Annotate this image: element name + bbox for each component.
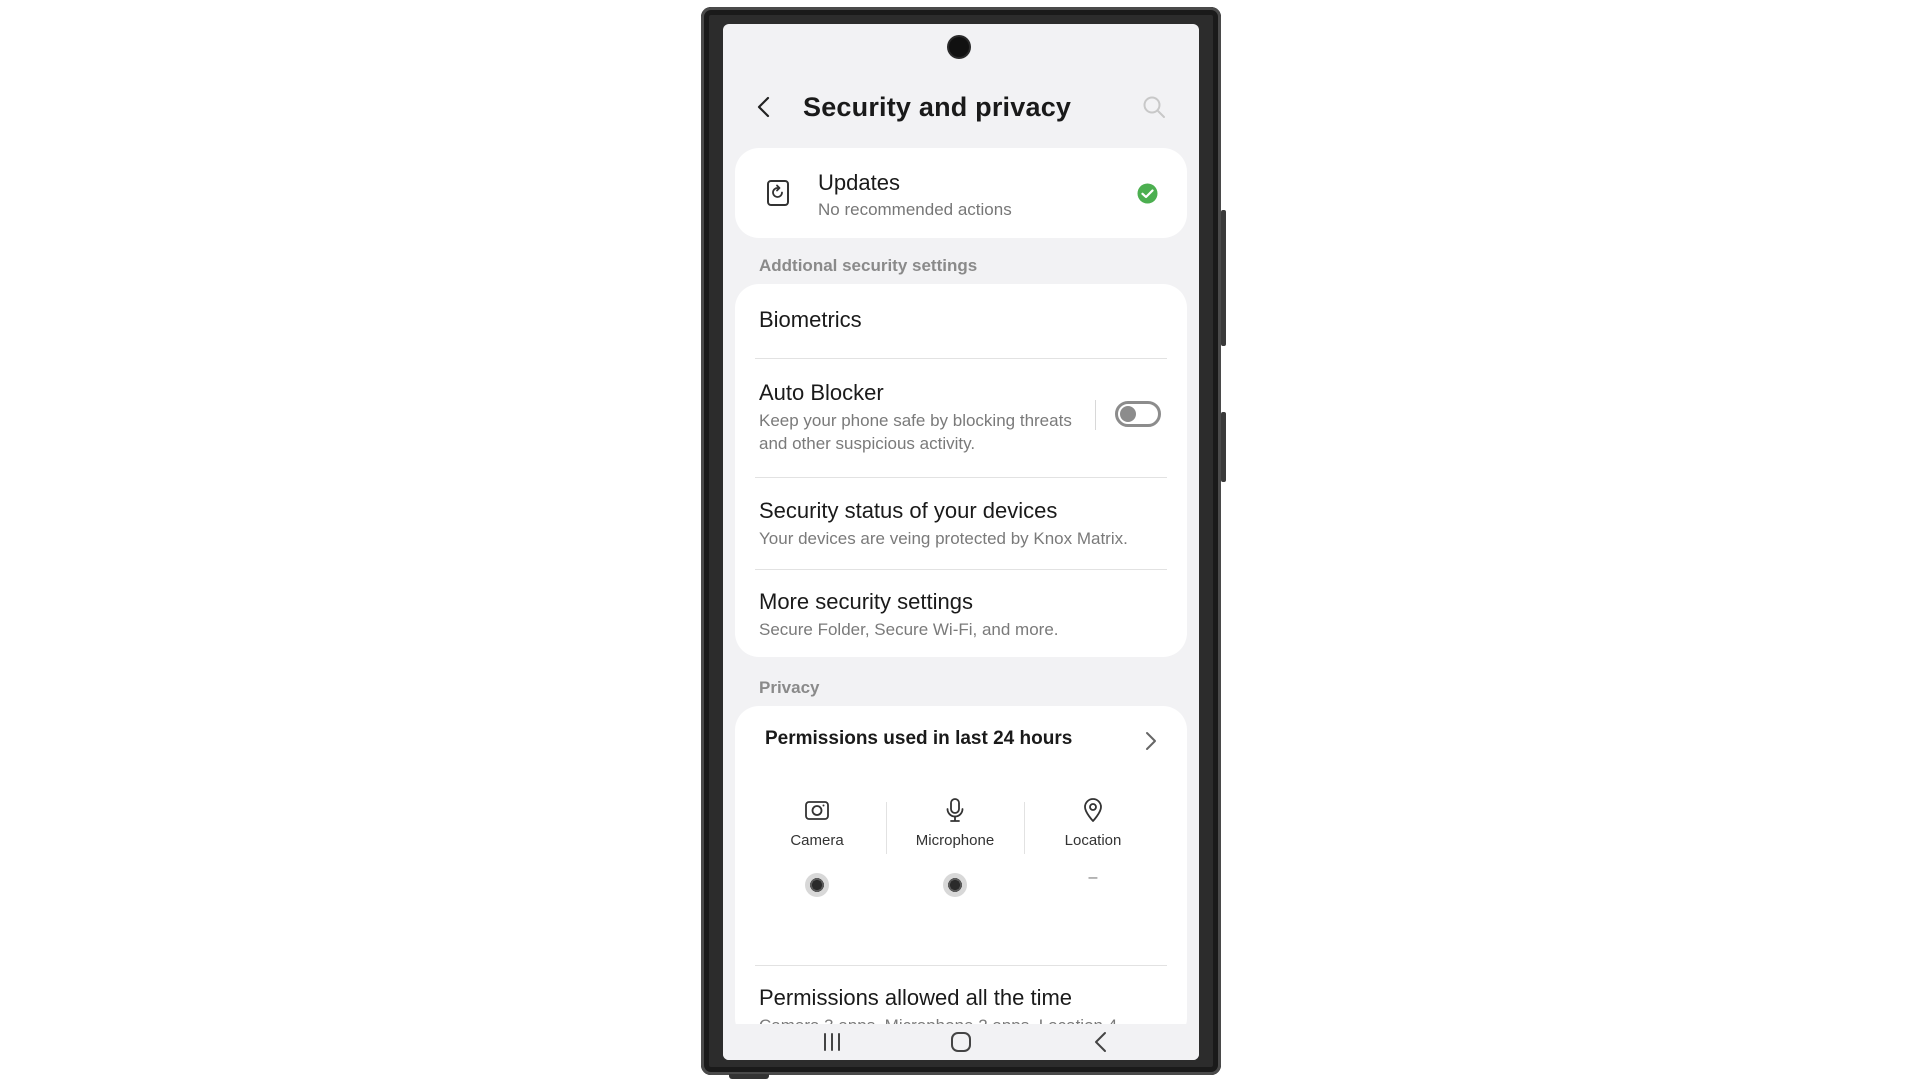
privacy-section-label: Privacy (759, 678, 820, 697)
updates-subtitle: No recommended actions (818, 200, 1012, 219)
divider (755, 965, 1167, 966)
phone-screen: Security and privacy Updates No recommen… (723, 24, 1199, 1060)
updates-card[interactable]: Updates No recommended actions (735, 148, 1187, 238)
more-security-title: More security settings (759, 589, 973, 614)
volume-button (1221, 210, 1226, 346)
permission-label: Microphone (915, 832, 995, 849)
security-status-item[interactable]: Security status of your devices Your dev… (759, 497, 1163, 550)
camera-app-icon (805, 873, 829, 897)
navigation-bar (723, 1024, 1199, 1060)
biometrics-title: Biometrics (759, 307, 862, 332)
recents-icon[interactable] (817, 1030, 847, 1054)
privacy-card: Permissions used in last 24 hours Camera… (735, 706, 1187, 1042)
permission-microphone[interactable]: Microphone (886, 796, 1024, 897)
power-button (1221, 412, 1226, 482)
phone-bottom-edge (729, 1074, 769, 1079)
permission-location[interactable]: Location – (1024, 796, 1162, 887)
auto-blocker-title: Auto Blocker (759, 380, 884, 405)
phone-update-icon (765, 179, 791, 207)
auto-blocker-item[interactable]: Auto Blocker Keep your phone safe by blo… (759, 379, 1089, 455)
divider (755, 477, 1167, 478)
permission-label: Camera (790, 832, 844, 849)
permissions-24h-title[interactable]: Permissions used in last 24 hours (765, 728, 1072, 750)
security-status-title: Security status of your devices (759, 498, 1058, 523)
microphone-icon (946, 798, 964, 822)
chevron-right-icon[interactable] (1143, 730, 1159, 752)
home-icon[interactable] (946, 1030, 976, 1054)
location-pin-icon (1084, 798, 1102, 822)
updates-title: Updates (818, 170, 900, 195)
check-circle-icon (1137, 183, 1158, 204)
divider (755, 358, 1167, 359)
security-status-subtitle: Your devices are veing protected by Knox… (759, 529, 1128, 548)
auto-blocker-subtitle: Keep your phone safe by blocking threats… (759, 411, 1072, 453)
camera-app-icon (943, 873, 967, 897)
additional-security-section-label: Addtional security settings (759, 256, 978, 275)
permission-label: Location (1064, 832, 1122, 849)
divider (755, 569, 1167, 570)
back-icon[interactable] (1086, 1030, 1116, 1054)
more-security-subtitle: Secure Folder, Secure Wi-Fi, and more. (759, 620, 1059, 639)
additional-security-card: Biometrics Auto Blocker Keep your phone … (735, 284, 1187, 657)
permission-camera[interactable]: Camera (748, 796, 886, 897)
search-icon[interactable] (1141, 94, 1167, 120)
no-usage-indicator: – (1088, 869, 1098, 886)
toggle-knob (1120, 406, 1136, 422)
camera-icon (805, 801, 829, 820)
front-camera (949, 37, 969, 57)
page-title: Security and privacy (803, 92, 1072, 122)
chevron-left-icon[interactable] (753, 94, 777, 120)
auto-blocker-toggle[interactable] (1115, 401, 1161, 427)
toggle-separator (1095, 400, 1096, 430)
app-header: Security and privacy (723, 84, 1199, 130)
permissions-allowed-title: Permissions allowed all the time (759, 985, 1073, 1010)
more-security-settings-item[interactable]: More security settings Secure Folder, Se… (759, 588, 1163, 641)
biometrics-item[interactable]: Biometrics (759, 306, 1163, 334)
